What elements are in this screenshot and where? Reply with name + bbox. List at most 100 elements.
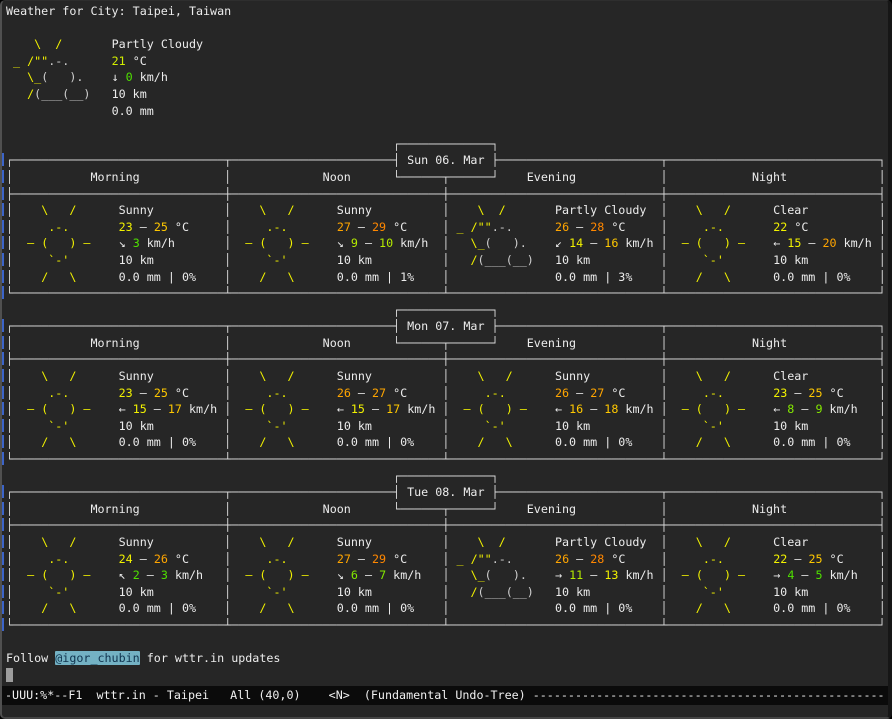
table-border: │ [661,435,668,449]
table-border: │ [6,170,13,184]
truncation-indicator [2,336,4,349]
condition-label: Sunny [337,369,372,383]
current-condition-line: 0.0 mm [6,103,888,120]
table-border: │ [879,419,886,433]
current-condition-line: \ / Partly Cloudy [6,36,888,53]
weather-icon-art: .-. [13,220,119,234]
truncation-indicator [2,568,4,581]
condition-label: Clear [773,203,808,217]
weather-icon-art: .-. [13,386,119,400]
table-top-border: ┌──────────────────────────────┬────────… [6,152,888,169]
table-border: │ [879,601,886,615]
table-border: │ [661,369,668,383]
table-bottom-border: └──────────────────────────────┴────────… [6,285,888,302]
table-border: │ [6,270,13,284]
temp-low: 21 [112,54,126,68]
truncation-indicator [2,585,4,598]
table-border: └──────────────────────────────┴────────… [6,618,886,632]
visibility-value: 10 km [119,419,154,433]
period-header: Night [668,336,879,350]
weather-icon-art: / \ [668,270,774,284]
weather-icon-art: `-' [668,585,774,599]
temp-low: 22 [773,552,787,566]
table-border: │ [879,220,886,234]
weather-icon-art: ― ( ) ― [231,568,337,582]
day-label-box: ┌─────────────┐ [393,137,499,151]
page-title: Weather for City: Taipei, Taiwan [6,4,231,18]
visibility-value: 10 km [555,253,590,267]
wind-speed: 16 [604,236,618,250]
wind-direction-icon: ← [337,402,351,416]
temp-low: 26 [555,386,569,400]
temp-high: 25 [154,386,168,400]
weather-icon-art: ( ). [485,568,555,582]
wind-speed: 5 [816,568,823,582]
cursor-line [6,667,888,684]
visibility-value: 10 km [119,253,154,267]
weather-icon-art: .-. [668,220,774,234]
temp-low: 26 [555,552,569,566]
table-border: │ [879,552,886,566]
weather-icon-art: \_ [449,568,484,582]
table-top-border: ┌──────────────────────────────┬────────… [6,484,888,501]
forecast-row: │ `-' 10 km │ `-' 10 km │ `-' 10 km │ `-… [6,418,888,435]
wind-speed: 9 [815,402,822,416]
temp-high: 25 [154,220,168,234]
forecast-row: │ / \ 0.0 mm | 0% │ / \ 0.0 mm | 0% │ 0.… [6,600,888,617]
wind-direction-icon: → [773,568,787,582]
forecast-row: │ ― ( ) ― ↖ 2 – 3 km/h │ ― ( ) ― ↘ 6 – 7… [6,567,888,584]
weather-icon-art: / \ [13,435,119,449]
weather-icon-art: .-. [231,552,337,566]
temp-high: 26 [154,552,168,566]
current-condition-line: /(___(__) 10 km [6,86,888,103]
wind-speed: 2 [133,568,140,582]
weather-icon-art: ― ( ) ― [668,568,774,582]
truncation-indicator [2,170,4,183]
table-border: ┌──────────────────────────────┬────────… [6,153,400,167]
table-border: │ [661,270,668,284]
weather-icon-art: / \ [231,601,337,615]
condition-label: Sunny [119,535,154,549]
wind-speed: 11 [569,568,583,582]
truncation-indicator [2,535,4,548]
day-label-box: └──────┬──────┘ [393,170,499,184]
period-header: Noon [231,336,393,350]
weather-icon-art: ― ( ) ― [668,402,774,416]
precipitation-value: 0.0 mm | 0% [119,435,196,449]
table-border: ├──────────────────────────────┼────────… [6,518,886,532]
twitter-handle-link[interactable]: @igor_chubin [55,651,139,665]
wind-direction-icon: ↘ [337,568,351,582]
wind-direction-icon: ← [555,402,569,416]
table-border: │ [879,236,886,250]
weather-icon-art: .-. [449,386,555,400]
weather-icon-art: ― ( ) ― [231,402,337,416]
day-label: Sun 06. Mar [400,153,491,167]
visibility-value: 10 km [773,253,808,267]
table-border: ┌──────────────────────────────┬────────… [6,319,400,333]
wind-direction-icon: ↘ [119,236,133,250]
wttr-weather-buffer[interactable]: Weather for City: Taipei, Taiwan \ / Par… [2,1,888,686]
weather-icon-art: / \ [231,435,337,449]
precipitation-value: 0.0 mm | 0% [555,601,632,615]
day-label-box-top: ┌─────────────┐ [6,136,888,153]
wind-direction-icon: ← [773,236,787,250]
wind-speed: 17 [386,402,400,416]
wind-speed: 6 [351,568,358,582]
visibility-value: 10 km [555,585,590,599]
weather-icon-art: (___(__) [478,253,555,267]
truncation-indicator [2,253,4,266]
wind-direction-icon: ↙ [555,236,569,250]
emacs-modeline[interactable]: -UUU:%*--F1 wttr.in - Taipei All (40,0) … [2,686,888,705]
weather-icon-art: \ / [231,369,337,383]
truncation-indicator [2,220,4,233]
wind-direction-icon: ↓ [112,70,126,84]
temp-low: 23 [119,386,133,400]
weather-icon-art: \ / [13,535,119,549]
temp-low: 23 [773,386,787,400]
weather-icon-art: \_ [449,236,484,250]
weather-icon-art: ― ( ) ― [13,236,119,250]
period-header: Night [668,502,879,516]
day-label: Tue 08. Mar [400,485,491,499]
wind-speed: 9 [351,236,358,250]
forecast-row: │ / \ 0.0 mm | 0% │ / \ 0.0 mm | 1% │ 0.… [6,269,888,286]
